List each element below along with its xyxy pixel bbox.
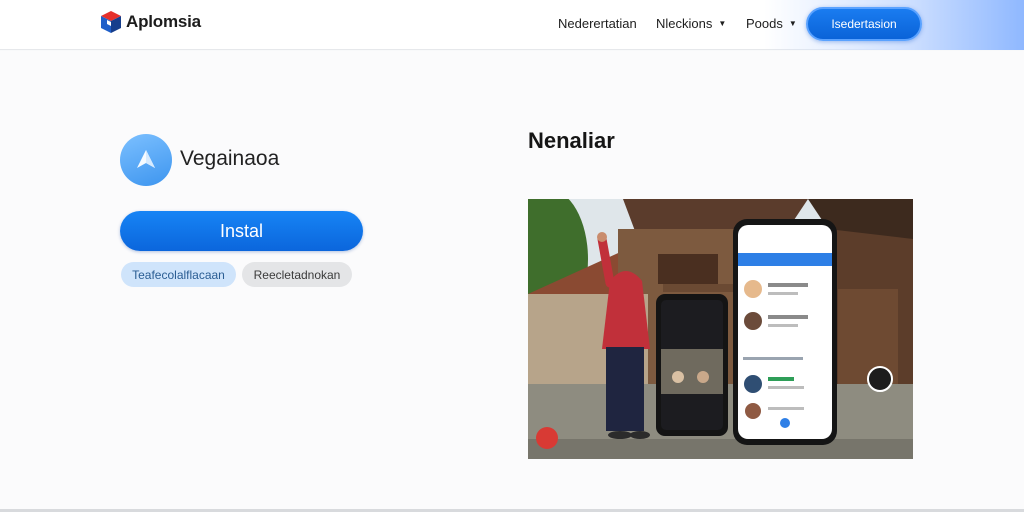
brand-name: Aplomsia [126,12,201,31]
install-button[interactable]: Instal [120,211,363,251]
preview-image [528,199,913,459]
cube-logo-icon [100,10,122,34]
nav-item-2[interactable]: Nleckions ▼ [656,16,726,31]
nav-item-3[interactable]: Poods ▼ [746,16,797,31]
nav-item-label: Nleckions [656,16,713,31]
header-cta-button[interactable]: Isedertasion [806,7,922,41]
nav-item-label: Poods [746,16,783,31]
tag-chip[interactable]: Teafecolalflacaan [121,262,236,287]
paper-plane-icon [137,150,155,168]
nav-item-1[interactable]: Nederertatian [558,16,637,31]
tag-chip[interactable]: Reecletadnokan [242,262,352,287]
top-navbar: Aplomsia Nederertatian Nleckions ▼ Poods… [0,0,1024,50]
brand-logo[interactable]: Aplomsia [100,10,201,34]
chevron-down-icon: ▼ [788,19,797,28]
app-icon [120,134,172,186]
chevron-down-icon: ▼ [718,19,727,28]
preview-title: Nenaliar [528,128,615,153]
app-title: Vegainaoa [180,147,280,170]
nav-item-label: Nederertatian [558,16,637,31]
